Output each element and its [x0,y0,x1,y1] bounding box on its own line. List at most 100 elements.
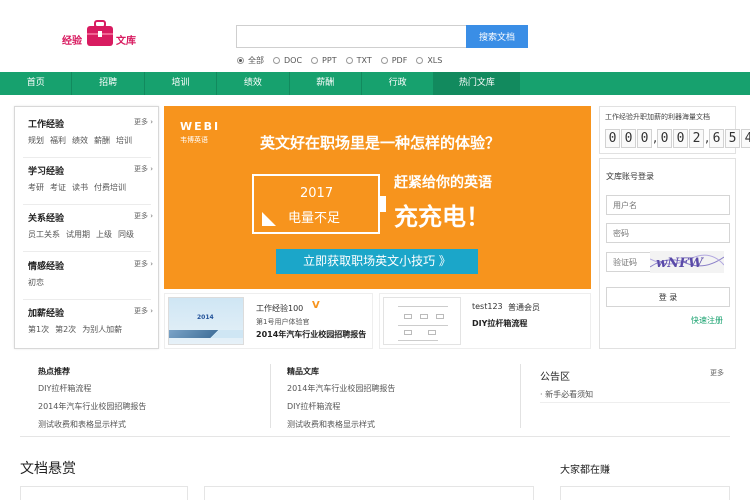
filter-label: DOC [284,56,303,65]
category-more-link[interactable]: 更多 › [134,117,153,127]
category-more-link[interactable]: 更多 › [134,306,153,316]
radio-icon[interactable] [416,57,424,64]
filter-option[interactable]: PDF [380,55,407,66]
category-link[interactable]: 试用期 [66,230,90,239]
category-group: 关系经验 更多 › 员工关系 试用期 上级 同级 [28,211,153,240]
counter-digit: 5 [725,129,740,148]
banner-slogan-big: 充充电！ [394,203,490,231]
nav-salary[interactable]: 薪酬 [290,72,362,95]
category-link[interactable]: 规划 [28,136,44,145]
category-link[interactable]: 考研 [28,183,44,192]
featured-item[interactable]: 2014年汽车行业校园招聘报告 [287,383,395,394]
category-link[interactable]: 福利 [50,136,66,145]
column-divider [520,364,521,428]
doc-author-badge: 第1号用户体验官 [256,318,310,326]
doc-thumbnail[interactable] [383,297,461,345]
hot-title: 热点推荐 [38,367,70,376]
login-button[interactable]: 登 录 [606,287,730,307]
nav-admin[interactable]: 行政 [362,72,435,95]
counter-digit: 2 [689,129,704,148]
radio-icon[interactable] [345,57,353,64]
counter-label: 工作经验升职加薪的利器海量文档 [605,113,710,121]
radio-icon[interactable] [311,57,319,64]
reward-section-title: 文档悬赏 [20,461,76,477]
doc-counter: 工作经验升职加薪的利器海量文档 000,002,654 [599,106,750,154]
filter-option[interactable]: 全部 [237,55,264,66]
doc-author[interactable]: 工作经验100 [256,303,303,314]
category-link[interactable]: 同级 [118,230,134,239]
banner-slogan: 赶紧给你的英语 [394,175,492,191]
earning-card[interactable] [560,486,730,500]
category-link[interactable]: 第1次 [28,325,49,334]
filter-label: 全部 [248,56,264,65]
notice-more-link[interactable]: 更多 [710,368,724,378]
doc-title[interactable]: 2014年汽车行业校园招聘报告 [256,329,366,340]
nav-hot-docs[interactable]: 热门文库 [434,72,521,95]
captcha-image[interactable]: wNFW [650,251,724,273]
category-more-link[interactable]: 更多 › [134,211,153,221]
reward-card[interactable] [204,486,534,500]
category-link[interactable]: 绩效 [72,136,88,145]
category-links: 规划 福利 绩效 薪酬 培训 [28,135,153,146]
radio-icon[interactable] [237,57,244,64]
hot-item[interactable]: DIY拉杆箱流程 [38,383,91,394]
earning-section-title: 大家都在赚 [560,465,610,476]
banner-brand-name: WEBI [180,120,221,133]
notice-title: 公告区 [540,372,570,383]
category-links: 初恋 [28,277,153,288]
category-more-link[interactable]: 更多 › [134,164,153,174]
register-link[interactable]: 快速注册 [691,315,723,326]
doc-thumbnail[interactable]: 2014 [168,297,244,345]
nav-performance[interactable]: 绩效 [217,72,290,95]
category-link[interactable]: 上级 [96,230,112,239]
counter-digit: 4 [741,129,750,148]
login-panel: 文库账号登录 wNFW 登 录 快速注册 [599,158,736,349]
search-button[interactable]: 搜索文档 [466,25,528,48]
nav-home[interactable]: 首页 [0,72,73,95]
featured-title: 精品文库 [287,367,319,376]
nav-training[interactable]: 培训 [145,72,218,95]
category-link[interactable]: 员工关系 [28,230,60,239]
category-link[interactable]: 培训 [116,136,132,145]
banner-cta-button[interactable]: 立即获取职场英文小技巧 》 [276,249,478,274]
filter-option[interactable]: TXT [345,55,372,66]
logo-text-left: 经验 [62,36,82,47]
doc-title[interactable]: DIY拉杆箱流程 [472,318,527,329]
site-logo[interactable]: 经验 文库 [62,18,142,52]
column-divider [270,364,271,428]
nav-recruit[interactable]: 招聘 [72,72,145,95]
reward-card[interactable] [20,486,188,500]
filter-option[interactable]: PPT [311,55,337,66]
battery-low-icon [262,212,276,226]
search-input[interactable] [236,25,466,48]
category-link[interactable]: 考证 [50,183,66,192]
category-link[interactable]: 为别人加薪 [82,325,122,334]
category-link[interactable]: 第2次 [55,325,76,334]
category-link[interactable]: 读书 [72,183,88,192]
category-group: 情感经验 更多 › 初恋 [28,259,153,288]
main-nav: 首页 招聘 培训 绩效 薪酬 行政 热门文库 [0,72,750,95]
promo-banner[interactable]: WEBI 韦博英语 英文好在职场里是一种怎样的体验？ 2017 电量不足 赶紧给… [164,106,591,289]
featured-item[interactable]: 测试收费和表格显示样式 [287,419,375,430]
captcha-graphic: wNFW [650,254,724,271]
category-links: 考研 考证 读书 付费培训 [28,182,153,193]
notice-item[interactable]: · 新手必看须知 [540,389,593,400]
category-link[interactable]: 付费培训 [94,183,126,192]
hot-item[interactable]: 测试收费和表格显示样式 [38,419,126,430]
password-field[interactable] [606,223,730,243]
filter-option[interactable]: XLS [416,55,442,66]
featured-item[interactable]: DIY拉杆箱流程 [287,401,340,412]
radio-icon[interactable] [273,57,280,64]
section-divider [20,436,730,437]
notice-divider [540,402,730,403]
category-more-link[interactable]: 更多 › [134,259,153,269]
hot-item[interactable]: 2014年汽车行业校园招聘报告 [38,401,146,412]
doc-author[interactable]: test123 [472,302,503,311]
battery-cap [380,196,386,212]
category-link[interactable]: 薪酬 [94,136,110,145]
username-field[interactable] [606,195,730,215]
category-group: 工作经验 更多 › 规划 福利 绩效 薪酬 培训 [28,117,153,146]
filter-option[interactable]: DOC [273,55,302,66]
category-link[interactable]: 初恋 [28,278,44,287]
radio-icon[interactable] [380,57,388,64]
